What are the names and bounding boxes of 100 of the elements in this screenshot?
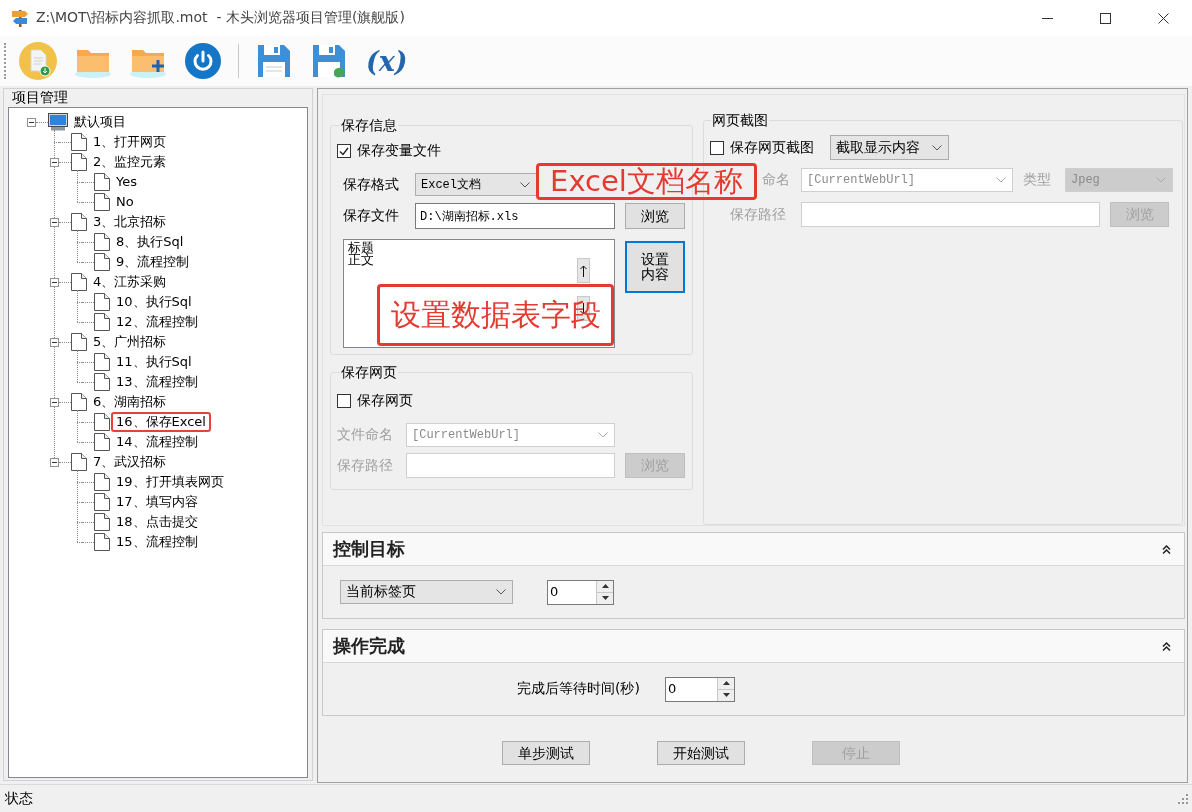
new-file-icon[interactable] [18, 41, 58, 81]
field-list[interactable]: 标题 正文 设置数据表字段 [343, 239, 615, 348]
document-icon [71, 453, 87, 471]
document-icon [71, 333, 87, 351]
document-icon [71, 153, 87, 171]
document-icon [94, 193, 110, 211]
checkbox-label[interactable]: 保存网页截图 [730, 138, 814, 157]
document-icon [94, 233, 110, 251]
tree-item[interactable]: 6、湖南招标 [88, 392, 172, 412]
arrow-up-icon [580, 264, 587, 277]
document-icon [94, 313, 110, 331]
tree-item[interactable]: Yes [111, 172, 142, 192]
increment-button[interactable] [597, 580, 613, 592]
checkbox[interactable] [710, 140, 724, 155]
document-icon [94, 473, 110, 491]
group-title: 保存信息 [340, 117, 398, 134]
tree-item[interactable]: 14、流程控制 [111, 432, 203, 452]
window-title: Z:\MOT\招标内容抓取.mot - 木头浏览器项目管理(旗舰版) [36, 9, 405, 27]
action-button[interactable]: 开始测试 [657, 741, 745, 765]
tree-item[interactable]: 15、流程控制 [111, 532, 203, 552]
collapse-toggle-icon[interactable] [49, 397, 59, 407]
browse-button[interactable]: 浏览 [625, 203, 685, 229]
action-button[interactable]: 单步测试 [502, 741, 590, 765]
collapse-toggle-icon[interactable] [26, 117, 36, 127]
checkbox-label[interactable]: 保存变量文件 [357, 142, 441, 160]
capture-mode-dropdown[interactable]: 截取显示内容 [830, 135, 949, 160]
checkbox[interactable] [337, 394, 351, 408]
chevron-down-icon [996, 177, 1006, 183]
document-icon [94, 533, 110, 551]
tree-item[interactable]: 3、北京招标 [88, 212, 172, 232]
double-chevron-up-icon[interactable] [1162, 544, 1171, 554]
tree-item[interactable]: 18、点击提交 [111, 512, 203, 532]
collapse-toggle-icon[interactable] [49, 457, 59, 467]
tree-item[interactable]: 1、打开网页 [88, 132, 172, 152]
document-icon [71, 393, 87, 411]
move-up-button[interactable] [577, 258, 590, 283]
tree-item[interactable]: 2、监控元素 [88, 152, 172, 172]
tree-item[interactable]: 11、执行Sql [111, 352, 197, 372]
toolbar-grip[interactable] [4, 43, 7, 79]
resize-grip-icon[interactable] [1178, 793, 1188, 804]
signpost-icon [10, 8, 30, 28]
double-chevron-up-icon[interactable] [1162, 641, 1171, 651]
status-text: 状态 [5, 789, 33, 808]
section-title: 控制目标 [333, 537, 405, 561]
tree-item[interactable]: 10、执行Sql [111, 292, 197, 312]
tree-item[interactable]: 13、流程控制 [111, 372, 203, 392]
chevron-down-icon [1156, 177, 1166, 183]
chevron-down-icon [496, 589, 506, 595]
list-item[interactable]: 正文 [348, 254, 577, 266]
tree-item[interactable]: No [111, 192, 139, 212]
number-spin-field[interactable]: 0 [665, 676, 735, 702]
field-label: 保存格式 [343, 175, 400, 194]
collapse-toggle-icon[interactable] [49, 277, 59, 287]
document-icon [94, 493, 110, 511]
target-tab-dropdown[interactable]: 当前标签页 [340, 580, 513, 604]
tree-item[interactable]: 默认项目 [69, 112, 131, 132]
document-icon [71, 213, 87, 231]
tree-item[interactable]: 16、保存Excel [111, 412, 211, 432]
document-icon [94, 353, 110, 371]
list-item[interactable]: 标题 [348, 242, 577, 254]
triangle-down-icon [601, 596, 609, 600]
triangle-down-icon [722, 693, 730, 697]
tree-item[interactable]: 7、武汉招标 [88, 452, 172, 472]
collapse-toggle-icon[interactable] [49, 217, 59, 227]
variables-button[interactable]: (x) [364, 41, 410, 81]
tree-item[interactable]: 9、流程控制 [111, 252, 195, 272]
computer-icon [48, 113, 68, 131]
tree-item[interactable]: 12、流程控制 [111, 312, 203, 332]
save-path-field[interactable] [406, 453, 615, 478]
document-icon [94, 513, 110, 531]
chevron-down-icon [520, 181, 530, 188]
tree-item[interactable]: 17、填写内容 [111, 492, 203, 512]
section-header[interactable]: 控制目标 [323, 533, 1184, 566]
tree-item[interactable]: 19、打开填表网页 [111, 472, 229, 492]
group-title: 保存网页 [340, 364, 398, 381]
set-content-button[interactable]: 设置内容 [625, 241, 685, 293]
power-icon[interactable] [183, 41, 223, 81]
collapse-toggle-icon[interactable] [49, 157, 59, 167]
format-dropdown[interactable]: Excel文档 [415, 173, 537, 196]
field-label: 文件命名 [337, 426, 394, 444]
panel-title: 项目管理 [11, 89, 69, 106]
field-label: 类型 [1023, 171, 1052, 189]
increment-button[interactable] [718, 677, 734, 689]
maximize-icon [1099, 12, 1111, 24]
document-icon [71, 273, 87, 291]
annotation-callout: Excel文档名称 [536, 163, 757, 200]
document-icon [94, 253, 110, 271]
collapse-toggle-icon[interactable] [49, 337, 59, 347]
close-icon [1157, 12, 1169, 24]
section-header[interactable]: 操作完成 [323, 630, 1184, 663]
triangle-up-icon [601, 584, 609, 588]
save-path-field[interactable] [801, 202, 1100, 227]
tree-item[interactable]: 4、江苏采购 [88, 272, 172, 292]
document-icon [94, 413, 110, 431]
number-spin-field[interactable]: 0 [547, 579, 614, 605]
tree-item[interactable]: 8、执行Sql [111, 232, 189, 252]
checkbox-label[interactable]: 保存网页 [357, 392, 413, 410]
checkbox[interactable] [337, 144, 351, 158]
file-path-field[interactable]: D:\湖南招标.xls [415, 203, 615, 229]
tree-item[interactable]: 5、广州招标 [88, 332, 172, 352]
